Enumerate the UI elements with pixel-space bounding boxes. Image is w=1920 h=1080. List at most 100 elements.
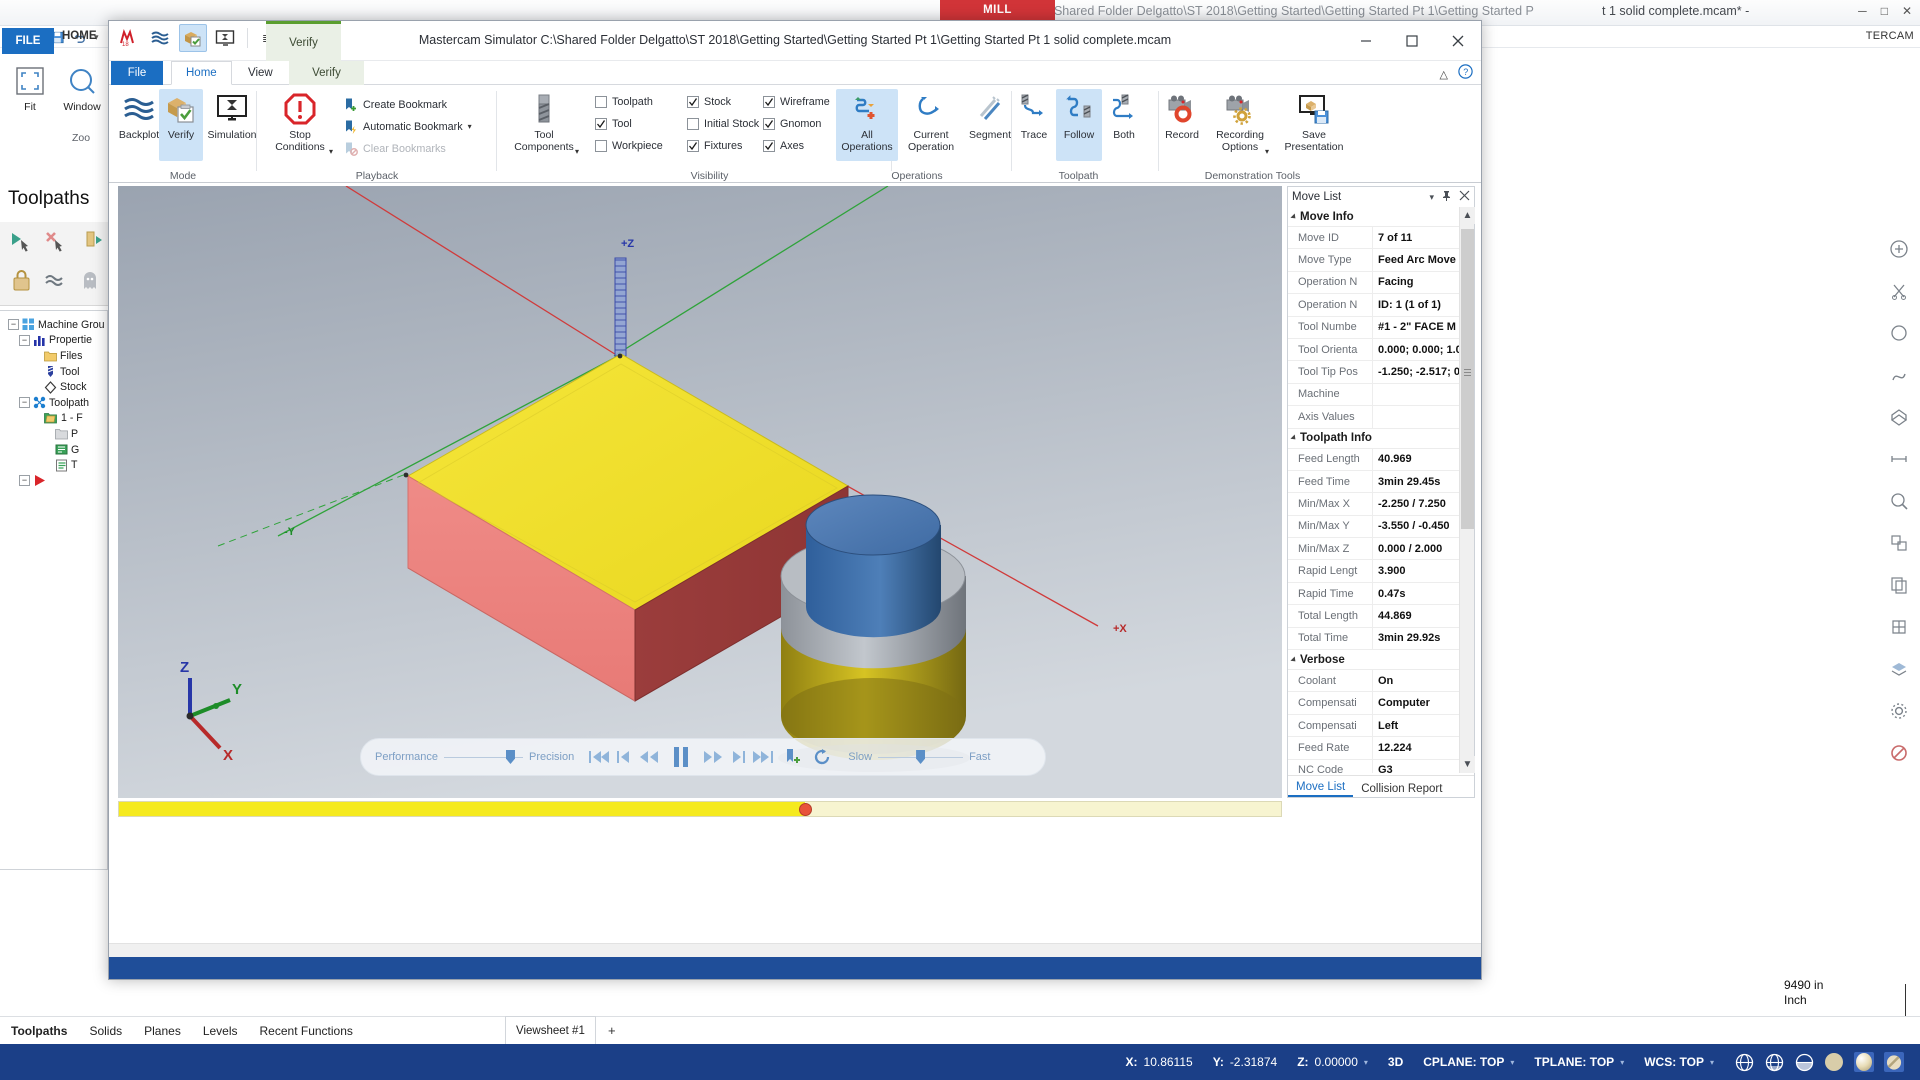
- rewind-icon[interactable]: [638, 749, 660, 765]
- globe-half-icon[interactable]: [1764, 1052, 1784, 1072]
- stop-conditions-dropdown-icon[interactable]: ▾: [329, 147, 333, 156]
- ribbon-button-simulation[interactable]: Simulation: [205, 89, 259, 161]
- globe-wire-icon[interactable]: [1734, 1052, 1754, 1072]
- status-view-mode[interactable]: 3D: [1378, 1055, 1413, 1069]
- fit-button[interactable]: Fit: [8, 64, 52, 113]
- add-view-icon[interactable]: [1886, 236, 1912, 262]
- simulator-horizontal-scrollbar[interactable]: [109, 943, 1481, 957]
- ribbon-button-all-operations[interactable]: All Operations: [836, 89, 898, 161]
- visibility-checkbox-axes[interactable]: Axes: [763, 140, 804, 152]
- automatic-bookmark-dropdown-icon[interactable]: ▾: [468, 122, 472, 131]
- move-list-row[interactable]: Feed Time 3min 29.45s: [1288, 470, 1474, 494]
- visibility-checkbox-tool[interactable]: Tool: [595, 118, 632, 130]
- recording-options-dropdown-icon[interactable]: ▾: [1265, 147, 1269, 156]
- tree-item-tool[interactable]: Tool: [4, 364, 107, 380]
- toggle-toolpath-display-icon[interactable]: [42, 266, 70, 294]
- move-list-row[interactable]: Feed Rate 12.224: [1288, 737, 1474, 760]
- lock-toolpath-icon[interactable]: [8, 266, 36, 294]
- tree-item-stock[interactable]: Stock: [4, 379, 107, 395]
- mastercam-home-tab[interactable]: HOME: [62, 30, 97, 42]
- bottom-tab-planes[interactable]: Planes: [133, 1024, 192, 1038]
- mastercam-maximize-button[interactable]: □: [1881, 4, 1888, 18]
- status-wcs[interactable]: WCS: TOP ▾: [1634, 1055, 1724, 1069]
- bottom-tab-recent-functions[interactable]: Recent Functions: [249, 1024, 364, 1038]
- simulation-progress-handle[interactable]: [799, 803, 812, 816]
- move-list-row[interactable]: Compensati Computer: [1288, 692, 1474, 715]
- speed-slider-thumb[interactable]: [916, 750, 926, 764]
- shade-gouraud-icon[interactable]: [1854, 1052, 1874, 1072]
- deselect-toolpaths-icon[interactable]: [42, 228, 70, 256]
- add-bookmark-icon[interactable]: [784, 748, 802, 766]
- copy-icon[interactable]: [1886, 572, 1912, 598]
- move-list-row[interactable]: Move Type Feed Arc Move: [1288, 249, 1474, 272]
- tree-item-propertie[interactable]: − Propertie: [4, 333, 107, 349]
- simulation-icon[interactable]: [211, 24, 239, 52]
- move-list-row[interactable]: NC Code G3: [1288, 759, 1474, 773]
- select-all-toolpaths-icon[interactable]: [8, 228, 36, 256]
- mill-machine-tab[interactable]: MILL: [940, 0, 1055, 20]
- move-list-row[interactable]: Operation N Facing: [1288, 271, 1474, 295]
- mastercam-file-tab[interactable]: FILE: [2, 28, 54, 54]
- ribbon-button-verify[interactable]: Verify: [159, 89, 203, 161]
- wcs-dropdown-icon[interactable]: ▾: [1710, 1058, 1714, 1067]
- fast-forward-icon[interactable]: [702, 749, 724, 765]
- ribbon-button-trace[interactable]: Trace: [1012, 89, 1056, 161]
- ribbon-button-record[interactable]: Record: [1157, 89, 1207, 161]
- simulation-progress-bar[interactable]: [118, 801, 1282, 817]
- move-list-row[interactable]: Operation N ID: 1 (1 of 1): [1288, 294, 1474, 317]
- move-list-scroll-area[interactable]: Move Info Move ID 7 of 11 Move Type Feed Arc…: [1288, 207, 1474, 773]
- ribbon-button-recording-options[interactable]: Recording Options: [1209, 89, 1271, 161]
- visibility-checkbox-fixtures[interactable]: Fixtures: [687, 140, 742, 152]
- tree-item-t[interactable]: T: [4, 457, 107, 473]
- simulator-close-button[interactable]: [1435, 21, 1481, 61]
- analyze-icon[interactable]: [1886, 488, 1912, 514]
- move-list-row[interactable]: Min/Max Z 0.000 / 2.000: [1288, 538, 1474, 561]
- add-viewsheet-button[interactable]: +: [608, 1023, 616, 1038]
- move-list-section-header-toolpath-info[interactable]: Toolpath Info: [1288, 428, 1474, 449]
- transform-icon[interactable]: [1886, 530, 1912, 556]
- collapse-ribbon-icon[interactable]: △: [1440, 68, 1448, 81]
- z-dropdown-icon[interactable]: ▾: [1364, 1058, 1368, 1067]
- move-list-vertical-scrollbar[interactable]: ▲ ▼: [1459, 207, 1475, 773]
- spline-view-icon[interactable]: [1886, 362, 1912, 388]
- move-list-row[interactable]: Rapid Lengt 3.900: [1288, 560, 1474, 583]
- ribbon-button-tool-components[interactable]: Tool Components: [505, 89, 583, 161]
- move-list-row[interactable]: Machine: [1288, 383, 1474, 407]
- step-back-op-icon[interactable]: [616, 749, 632, 765]
- tree-item-g[interactable]: G: [4, 442, 107, 458]
- move-list-section-header-move-info[interactable]: Move Info: [1288, 207, 1474, 227]
- pin-icon[interactable]: [1441, 190, 1452, 204]
- step-forward-icon[interactable]: [730, 749, 746, 765]
- loop-icon[interactable]: [812, 748, 832, 766]
- verify-context-tab-top[interactable]: Verify: [266, 21, 341, 61]
- move-list-row[interactable]: Axis Values: [1288, 406, 1474, 429]
- cplane-dropd`own-icon[interactable]: ▾: [1510, 1058, 1514, 1067]
- ribbon-button-stop-conditions[interactable]: Stop Conditions: [267, 89, 333, 161]
- viewsheet-tab[interactable]: Viewsheet #1: [505, 1016, 596, 1044]
- move-list-row[interactable]: Total Time 3min 29.92s: [1288, 627, 1474, 651]
- visibility-checkbox-initial-stock[interactable]: Initial Stock: [687, 118, 759, 130]
- layers-icon[interactable]: [1886, 656, 1912, 682]
- move-list-row[interactable]: Compensati Left: [1288, 714, 1474, 738]
- move-list-row[interactable]: Coolant On: [1288, 670, 1474, 693]
- tab-home[interactable]: Home: [171, 61, 232, 85]
- shade-wire-icon[interactable]: [1884, 1052, 1904, 1072]
- move-list-row[interactable]: Tool Numbe #1 - 2" FACE M: [1288, 316, 1474, 339]
- tree-item-insert-arrow[interactable]: −: [4, 473, 107, 489]
- move-list-row[interactable]: Min/Max X -2.250 / 7.250: [1288, 493, 1474, 516]
- cut-view-icon[interactable]: [1886, 278, 1912, 304]
- simulation-viewport[interactable]: +Z -Y +X Z Y X Performance Precision Slo…: [118, 186, 1282, 798]
- globe-quarter-icon[interactable]: [1794, 1052, 1814, 1072]
- tool-components-dropdown-icon[interactable]: ▾: [575, 147, 579, 156]
- visibility-checkbox-workpiece[interactable]: Workpiece: [595, 140, 663, 152]
- scroll-down-arrow-icon[interactable]: ▼: [1460, 756, 1475, 773]
- ribbon-button-save-presentation[interactable]: Save Presentation: [1277, 89, 1351, 161]
- expand-collapse-icon[interactable]: [1290, 434, 1298, 442]
- toolpaths-tree[interactable]: − Machine Grou − Propertie Files Tool Stock − T…: [0, 310, 108, 870]
- help-icon[interactable]: ?: [1458, 64, 1473, 84]
- simulator-minimize-button[interactable]: [1343, 21, 1389, 61]
- no-entry-icon[interactable]: [1886, 740, 1912, 766]
- status-tplane[interactable]: TPLANE: TOP ▾: [1524, 1055, 1634, 1069]
- bottom-tab-solids[interactable]: Solids: [78, 1024, 133, 1038]
- ribbon-button-current-operation[interactable]: Current Operation: [900, 89, 962, 161]
